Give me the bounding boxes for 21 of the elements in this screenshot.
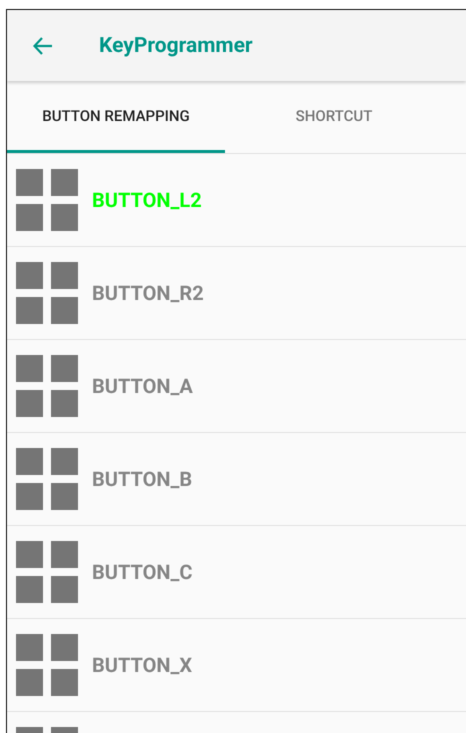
grid-icon — [16, 541, 78, 603]
list-item[interactable]: BUTTON_C — [7, 526, 466, 619]
tab[interactable]: SHORTCUT — [225, 81, 443, 153]
list-item[interactable]: BUTTON_A — [7, 340, 466, 433]
tab[interactable]: BUTTON REMAPPING — [7, 81, 225, 153]
app-title: KeyProgrammer — [99, 34, 253, 58]
list-item[interactable]: BUTTON_X — [7, 619, 466, 712]
grid-icon — [16, 355, 78, 417]
button-name: BUTTON_X — [92, 653, 192, 677]
button-name: BUTTON_L2 — [92, 188, 202, 212]
grid-icon — [16, 169, 78, 231]
list-item[interactable]: BUTTON_B — [7, 433, 466, 526]
button-name: BUTTON_R2 — [92, 281, 204, 305]
grid-icon — [16, 262, 78, 324]
grid-icon — [16, 448, 78, 510]
grid-icon — [16, 634, 78, 696]
button-name: BUTTON_B — [92, 467, 192, 491]
button-name: BUTTON_A — [92, 374, 193, 398]
back-arrow-icon — [33, 36, 53, 54]
list-item[interactable]: BUTTON_R2 — [7, 247, 466, 340]
button-name: BUTTON_C — [92, 560, 192, 584]
